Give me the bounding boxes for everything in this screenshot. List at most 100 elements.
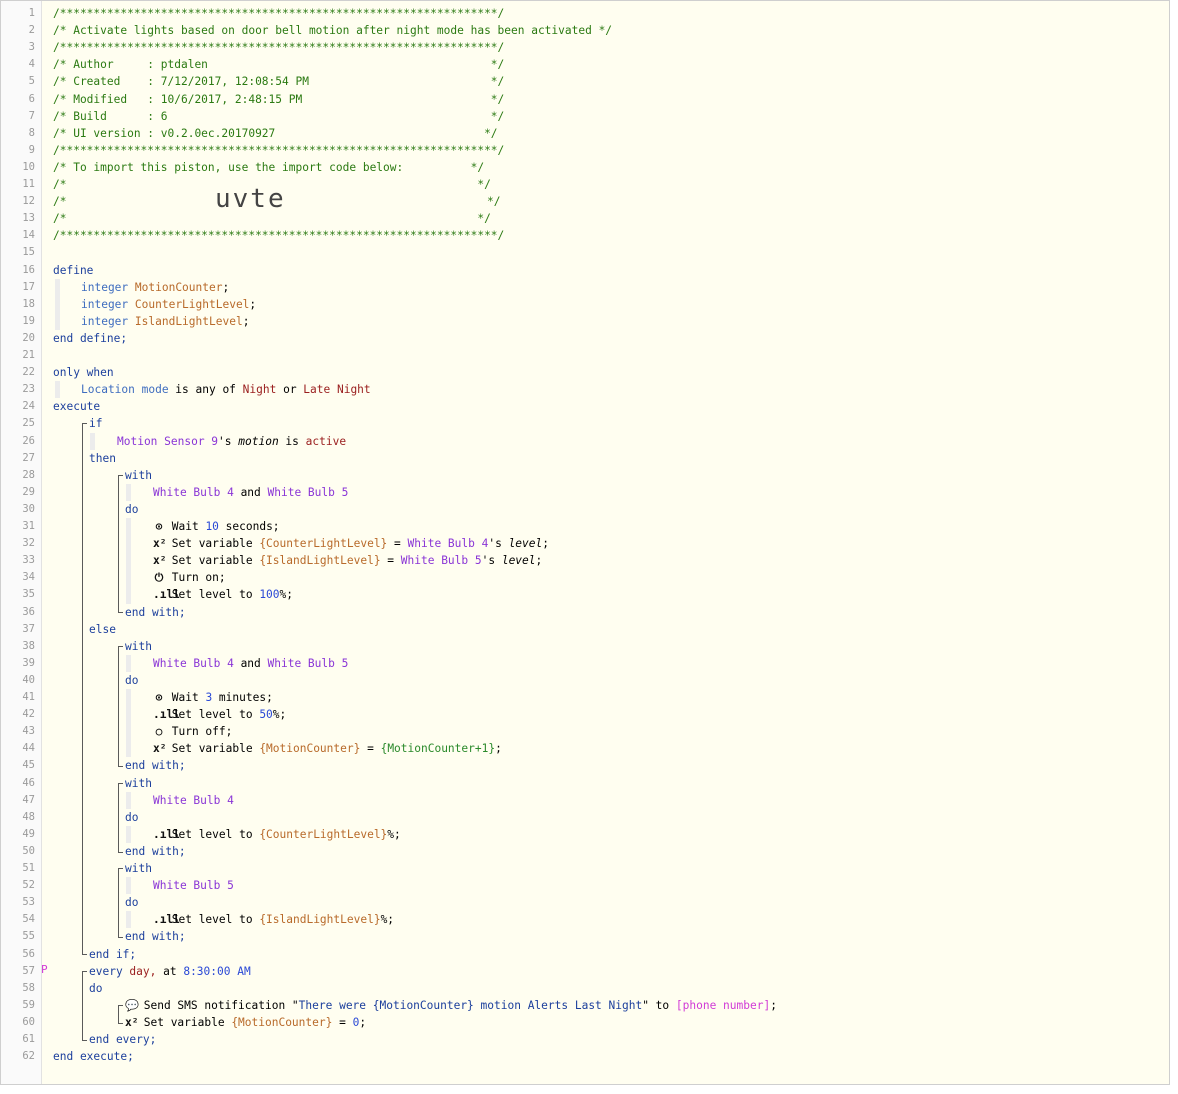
code-line[interactable]: ○ Turn off; [153,723,233,740]
line-number: 16 [22,263,35,276]
code-line[interactable]: White Bulb 5 [153,877,234,894]
code-token: " to [642,998,676,1012]
import-code[interactable]: uvte [215,184,286,214]
comment-line[interactable]: /* [53,193,66,210]
code-token: execute [53,400,101,414]
code-line[interactable]: every day, at 8:30:00 AM [89,963,251,980]
comment-line[interactable]: /***************************************… [53,227,504,244]
comment-line[interactable]: /* UI version : v0.2.0ec.20170927 */ [53,125,498,142]
line-number: 20 [22,331,35,344]
comment-line[interactable]: /* To import this piston, use the import… [53,159,484,176]
line-number: 1 [28,7,35,19]
with-block-bracket [118,474,123,614]
code-token: = [360,742,381,756]
every-block-bracket [82,970,87,1041]
code-line[interactable]: do [89,980,102,997]
code-line[interactable]: ⏻ Turn on; [153,569,226,586]
line-number: 23 [22,383,35,396]
comment-line[interactable]: /* Created : 7/12/2017, 12:08:54 PM */ [53,73,504,90]
code-line[interactable]: .ıll Set level to {IslandLightLevel}%; [153,911,394,928]
code-line[interactable]: do [125,672,138,689]
line-number: 41 [22,691,35,703]
code-line[interactable]: 💬 Send SMS notification "There were {Mot… [125,997,777,1014]
code-line[interactable]: end if; [89,946,136,963]
line-number: 31 [22,520,35,532]
code-line[interactable]: define [53,262,93,279]
comment-line[interactable]: /***************************************… [53,142,504,159]
indent-guide [90,432,95,450]
code-token: {MotionCounter} [259,742,361,756]
code-line[interactable]: then [89,450,116,467]
comment-line[interactable]: */ [487,193,500,210]
code-line[interactable]: x² Set variable {MotionCounter} = 0; [125,1014,366,1031]
code-line[interactable]: x² Set variable {CounterLightLevel} = Wh… [153,535,549,552]
code-line[interactable]: end with; [125,757,186,774]
code-line[interactable]: Motion Sensor 9's motion is active [117,433,346,450]
code-token: end every; [89,1033,157,1046]
code-token: MotionCounter [134,280,223,294]
code-line[interactable]: integer CounterLightLevel; [81,296,256,313]
code-line[interactable]: with [125,775,152,792]
code-line[interactable]: if [89,415,102,432]
code-line[interactable]: integer MotionCounter; [81,279,229,296]
comment-line[interactable]: /* Modified : 10/6/2017, 2:48:15 PM */ [53,91,504,108]
code-line[interactable]: do [125,501,138,518]
line-number: 22 [22,366,35,379]
line-number: 24 [22,400,35,413]
code-line[interactable]: x² Set variable {IslandLightLevel} = Whi… [153,552,542,569]
code-token: ; [359,1015,367,1029]
code-line[interactable]: end with; [125,928,186,945]
code-token: with [125,862,152,875]
code-line[interactable]: with [125,638,152,655]
code-line[interactable]: end define; [53,330,127,347]
code-token: level [501,554,536,568]
comment-line[interactable]: /* Activate lights based on door bell mo… [53,22,612,39]
code-line[interactable]: execute [53,398,100,415]
comment-line[interactable]: /***************************************… [53,5,504,22]
code-token: active [305,434,347,448]
comment-line[interactable]: /* Author : ptdalen */ [53,56,504,73]
code-line[interactable]: .ıll Set level to 100%; [153,586,293,603]
code-line[interactable]: only when [53,364,114,381]
line-number: 26 [22,434,35,447]
line-number: 56 [22,947,35,960]
code-token: Set level to [171,708,260,722]
code-line[interactable]: Location mode is any of Night or Late Ni… [81,381,371,398]
code-line[interactable]: end execute; [53,1048,134,1065]
code-line[interactable]: do [125,809,138,826]
line-number: 42 [22,708,35,721]
code-line[interactable]: end with; [125,843,186,860]
comment-line[interactable]: /***************************************… [53,39,504,56]
line-number: 62 [22,1050,35,1063]
line-number: 35 [22,588,35,601]
indent-guide [126,877,131,895]
clock-icon: ⊙ [155,691,163,704]
comment: /* To import this piston, use the import… [53,160,485,174]
code-line[interactable]: .ıll Set level to {CounterLightLevel}%; [153,826,401,843]
code-token: %; [387,827,401,841]
code-line[interactable]: with [125,860,152,877]
code-line[interactable]: else [89,621,116,638]
code-line[interactable]: integer IslandLightLevel; [81,313,249,330]
comment: /* [53,195,67,209]
code-line[interactable]: with [125,467,152,484]
code-line[interactable]: White Bulb 4 and White Bulb 5 [153,655,348,672]
code-line[interactable]: White Bulb 4 and White Bulb 5 [153,484,348,501]
code-line[interactable]: .ıll Set level to 50%; [153,706,286,723]
code-line[interactable]: do [125,894,138,911]
code-line[interactable]: x² Set variable {MotionCounter} = {Motio… [153,740,502,757]
code-token: end if; [89,947,137,961]
code-token: = [387,537,408,551]
comment-line[interactable]: /* Build : 6 */ [53,108,504,125]
code-line[interactable]: ⊙ Wait 10 seconds; [153,518,280,535]
code-line[interactable]: end every; [89,1031,156,1048]
code-line[interactable]: ⊙ Wait 3 minutes; [153,689,273,706]
code-line[interactable]: White Bulb 4 [153,792,234,809]
code-token: end with; [125,930,186,944]
code-token: [phone number] [675,998,771,1012]
code-line[interactable]: end with; [125,604,186,621]
line-number: 50 [22,844,35,857]
